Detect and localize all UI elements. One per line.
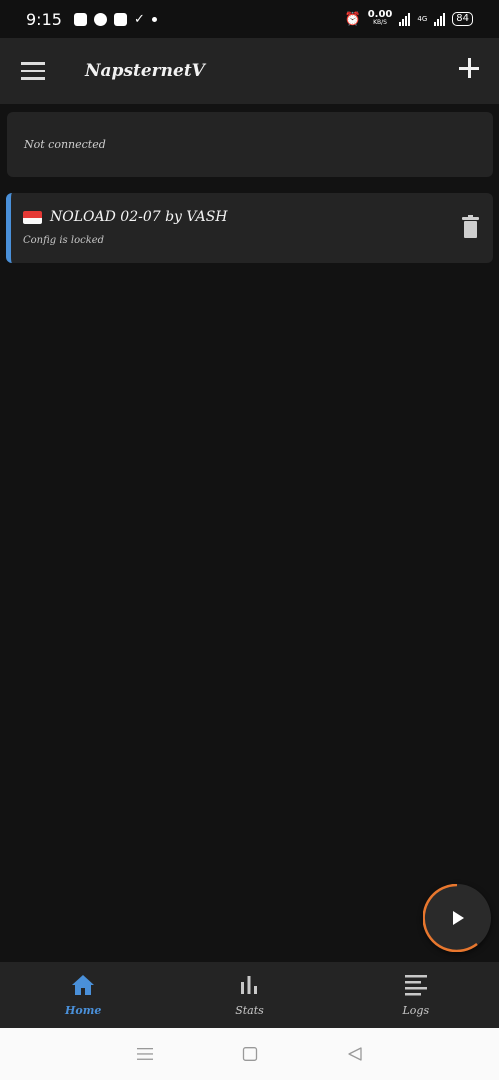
nav-home[interactable]: Home bbox=[0, 962, 166, 1028]
play-icon bbox=[453, 911, 464, 925]
nav-home-label: Home bbox=[64, 1004, 102, 1017]
connection-status-card: Not connected bbox=[7, 112, 493, 177]
more-notifications-dot bbox=[151, 16, 157, 22]
system-navigation-bar bbox=[0, 1028, 499, 1080]
alarm-icon: ⏰ bbox=[344, 11, 361, 27]
home-nav-icon[interactable] bbox=[241, 1047, 259, 1061]
config-name: NOLOAD 02-07 by VASH bbox=[50, 209, 228, 225]
connect-play-button[interactable] bbox=[423, 884, 491, 952]
status-time: 9:15 bbox=[26, 9, 62, 29]
cell-signal-icon bbox=[434, 12, 446, 26]
messenger-icon bbox=[93, 12, 107, 26]
recent-apps-icon[interactable] bbox=[136, 1047, 154, 1061]
network-type: 4G bbox=[417, 15, 428, 23]
net-speed: 0.00 KB/S bbox=[367, 9, 393, 27]
notification-icons: ✓ bbox=[73, 11, 157, 27]
logs-icon bbox=[404, 975, 427, 996]
menu-icon[interactable] bbox=[21, 62, 45, 80]
battery-indicator: 84 bbox=[452, 12, 473, 26]
nav-logs[interactable]: Logs bbox=[333, 962, 499, 1028]
check-icon: ✓ bbox=[133, 11, 145, 27]
net-speed-value: 0.00 bbox=[367, 9, 393, 20]
net-speed-unit: KB/S bbox=[373, 19, 387, 26]
home-icon bbox=[72, 975, 95, 995]
nav-logs-label: Logs bbox=[402, 1004, 430, 1017]
app-bar: NapsternetV bbox=[0, 38, 499, 104]
cat-app-icon bbox=[113, 12, 127, 26]
stats-icon bbox=[241, 976, 258, 994]
app-title: NapsternetV bbox=[85, 61, 205, 81]
delete-config-icon[interactable] bbox=[462, 215, 479, 238]
add-config-button[interactable] bbox=[459, 58, 479, 78]
bottom-navigation: Home Stats Logs bbox=[0, 962, 499, 1028]
system-status-icons: ⏰ 0.00 KB/S 4G 84 bbox=[344, 9, 473, 27]
indonesia-flag-icon bbox=[23, 211, 42, 224]
nav-stats-label: Stats bbox=[235, 1004, 264, 1017]
status-bar: 9:15 ✓ ⏰ 0.00 KB/S 4G 84 bbox=[0, 0, 499, 38]
back-icon[interactable] bbox=[346, 1047, 364, 1061]
connection-status-text: Not connected bbox=[24, 138, 106, 151]
config-subtitle: Config is locked bbox=[23, 235, 105, 246]
nav-stats[interactable]: Stats bbox=[166, 962, 332, 1028]
config-card[interactable]: NOLOAD 02-07 by VASH Config is locked bbox=[6, 193, 493, 263]
wifi-signal-icon bbox=[399, 12, 411, 26]
shopping-bag-icon bbox=[73, 12, 87, 26]
